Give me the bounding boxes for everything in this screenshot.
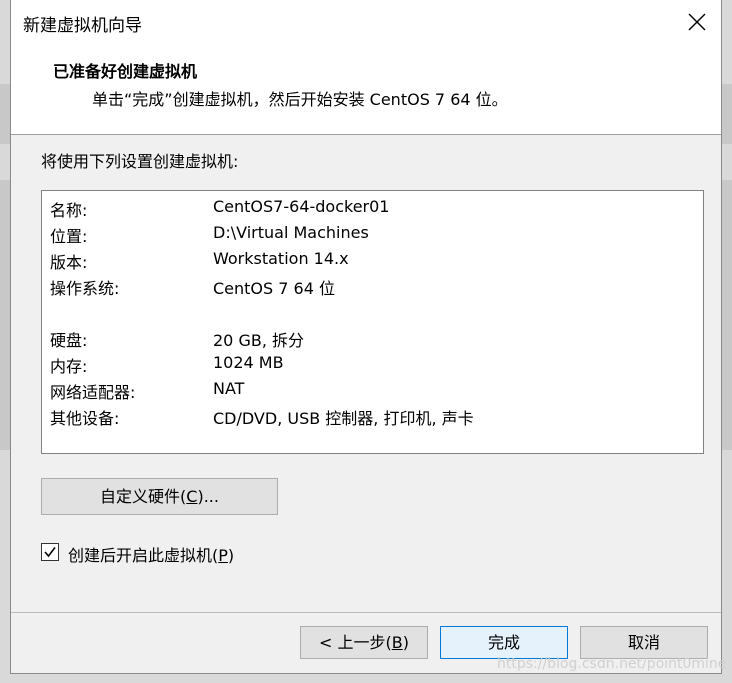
- summary-value: Workstation 14.x: [213, 249, 349, 268]
- summary-value: D:\Virtual Machines: [213, 223, 369, 242]
- summary-value: CD/DVD, USB 控制器, 打印机, 声卡: [213, 409, 474, 428]
- power-on-label: 创建后开启此虚拟机(P): [68, 542, 234, 566]
- page-title: 已准备好创建虚拟机: [53, 62, 198, 81]
- close-button[interactable]: [681, 6, 713, 38]
- checkbox-box[interactable]: [41, 543, 59, 561]
- back-label-suffix: ): [402, 633, 409, 652]
- close-icon: [688, 13, 706, 31]
- back-button[interactable]: < 上一步(B): [300, 626, 428, 659]
- summary-value: NAT: [213, 379, 245, 398]
- customize-hardware-label-prefix: 自定义硬件(: [100, 487, 187, 506]
- watermark-text: https://blog.csdn.net/point0mine: [497, 656, 727, 672]
- summary-key: 位置:: [50, 227, 88, 246]
- summary-value: CentOS7-64-docker01: [213, 197, 390, 216]
- customize-hardware-button[interactable]: 自定义硬件(C)...: [41, 478, 278, 515]
- back-label-prefix: < 上一步(: [319, 633, 392, 652]
- footer-divider: [11, 612, 721, 613]
- finish-button[interactable]: 完成: [440, 626, 568, 659]
- summary-key: 其他设备:: [50, 409, 120, 428]
- summary-value: 20 GB, 拆分: [213, 331, 304, 350]
- checkmark-icon: [44, 547, 56, 558]
- settings-section-label: 将使用下列设置创建虚拟机:: [41, 152, 239, 171]
- page-subtitle: 单击“完成”创建虚拟机，然后开始安装 CentOS 7 64 位。: [92, 90, 508, 109]
- window-title: 新建虚拟机向导: [23, 16, 142, 36]
- summary-value: CentOS 7 64 位: [213, 279, 335, 298]
- new-vm-wizard-dialog: 新建虚拟机向导 已准备好创建虚拟机 单击“完成”创建虚拟机，然后开始安装 Cen…: [10, 0, 722, 674]
- summary-key: 硬盘:: [50, 331, 88, 350]
- summary-key: 网络适配器:: [50, 383, 136, 402]
- customize-hardware-label-suffix: )...: [197, 487, 219, 506]
- power-on-label-prefix: 创建后开启此虚拟机(: [68, 546, 219, 565]
- cancel-button[interactable]: 取消: [580, 626, 708, 659]
- summary-key: 版本:: [50, 253, 88, 272]
- wizard-header: 新建虚拟机向导 已准备好创建虚拟机 单击“完成”创建虚拟机，然后开始安装 Cen…: [11, 0, 721, 135]
- summary-key: 内存:: [50, 357, 88, 376]
- vm-settings-summary: 名称: CentOS7-64-docker01 位置: D:\Virtual M…: [41, 190, 704, 454]
- summary-value: 1024 MB: [213, 353, 284, 372]
- summary-key: 操作系统:: [50, 279, 120, 298]
- customize-hardware-mnemonic: C: [186, 487, 198, 506]
- power-on-label-suffix: ): [227, 546, 235, 565]
- power-on-mnemonic: P: [218, 546, 228, 565]
- summary-key: 名称:: [50, 201, 88, 220]
- back-mnemonic: B: [391, 633, 403, 652]
